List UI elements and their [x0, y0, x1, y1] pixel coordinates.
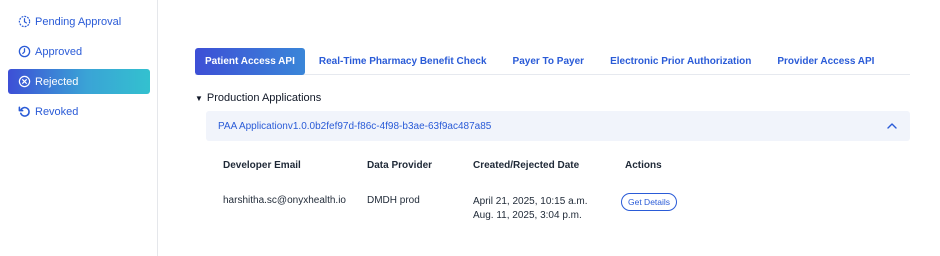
- sidebar-item-approved[interactable]: Approved: [8, 39, 150, 64]
- tab-real-time-pharmacy-benefit-check[interactable]: Real-Time Pharmacy Benefit Check: [307, 48, 499, 75]
- section-title: Production Applications: [206, 92, 322, 104]
- main-content: Patient Access API Real-Time Pharmacy Be…: [159, 0, 940, 256]
- get-details-button[interactable]: Get Details: [621, 193, 678, 211]
- tab-patient-access-api[interactable]: Patient Access API: [195, 47, 305, 75]
- column-header-developer-email: Developer Email: [223, 160, 301, 171]
- rejected-date: Aug. 11, 2025, 3:04 p.m.: [473, 210, 582, 221]
- caret-down-icon: ▼: [195, 93, 203, 103]
- column-header-data-provider: Data Provider: [367, 160, 433, 171]
- column-header-created-rejected-date: Created/Rejected Date: [473, 160, 580, 171]
- dates-cell: April 21, 2025, 10:15 a.m. Aug. 11, 2025…: [473, 195, 588, 223]
- column-header-actions: Actions: [625, 160, 662, 171]
- x-circle-icon: [18, 75, 31, 88]
- production-applications-toggle[interactable]: ▼ Production Applications: [195, 92, 321, 104]
- sidebar: Pending Approval Approved Rejected Revok…: [0, 0, 158, 256]
- clock-icon: [18, 15, 31, 28]
- application-name: PAA Applicationv1.0.0b2fef97d-f86c-4f98-…: [218, 120, 492, 132]
- sidebar-item-label: Rejected: [35, 75, 79, 88]
- data-provider: DMDH prod: [367, 195, 420, 206]
- created-date: April 21, 2025, 10:15 a.m.: [473, 196, 588, 207]
- revoke-arrow-icon: [18, 105, 31, 118]
- developer-email: harshitha.sc@onyxhealth.io: [223, 195, 346, 206]
- sidebar-item-label: Approved: [35, 45, 83, 58]
- tab-provider-access-api[interactable]: Provider Access API: [765, 48, 886, 75]
- sidebar-item-label: Revoked: [35, 105, 79, 118]
- tab-electronic-prior-authorization[interactable]: Electronic Prior Authorization: [598, 48, 763, 75]
- api-tabs: Patient Access API Real-Time Pharmacy Be…: [195, 47, 910, 75]
- sidebar-item-rejected[interactable]: Rejected: [8, 69, 150, 94]
- sidebar-item-label: Pending Approval: [35, 15, 122, 28]
- chevron-up-icon[interactable]: [886, 120, 898, 132]
- sidebar-item-revoked[interactable]: Revoked: [8, 99, 150, 124]
- application-accordion-header[interactable]: PAA Applicationv1.0.0b2fef97d-f86c-4f98-…: [206, 111, 910, 141]
- approved-clock-icon: [18, 45, 31, 58]
- sidebar-item-pending-approval[interactable]: Pending Approval: [8, 9, 150, 34]
- tab-payer-to-payer[interactable]: Payer To Payer: [501, 48, 597, 75]
